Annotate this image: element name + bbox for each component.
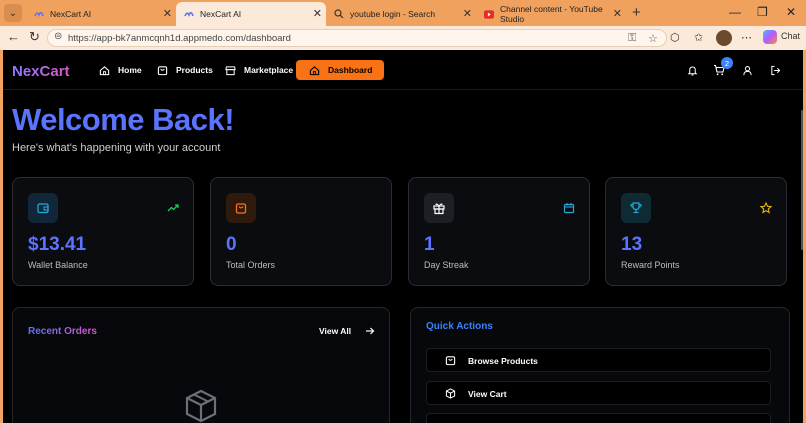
package-empty-icon — [185, 389, 217, 423]
browse-products-button[interactable]: Browse Products — [426, 348, 771, 372]
nexcart-favicon-icon — [34, 9, 44, 19]
store-icon — [224, 64, 236, 76]
back-arrow-icon[interactable]: ← — [7, 29, 20, 44]
copilot-icon[interactable] — [763, 30, 777, 44]
address-bar[interactable]: ⊜ https://app-bk7anmcqnh1d.appmedo.com/d… — [47, 29, 667, 47]
view-all-link[interactable]: View All — [319, 326, 351, 336]
tab-youtube-studio[interactable]: Channel content - YouTube Studio ✕ — [476, 2, 626, 26]
home-icon — [98, 64, 110, 76]
tab-title: NexCart AI — [50, 9, 92, 19]
quick-action-label: View Cart — [468, 389, 507, 399]
logout-icon[interactable] — [768, 63, 782, 77]
url-text: https://app-bk7anmcqnh1d.appmedo.com/das… — [68, 33, 291, 44]
stat-card-streak: 1 Day Streak — [408, 177, 590, 286]
new-tab-icon[interactable]: + — [632, 4, 641, 21]
tab-nexcart-2[interactable]: NexCart AI ✕ — [176, 2, 326, 26]
shopping-bag-icon — [226, 193, 256, 223]
tab-close-icon[interactable]: ✕ — [163, 7, 172, 20]
nexcart-favicon-icon — [184, 9, 194, 19]
stat-label: Reward Points — [621, 260, 680, 270]
page-subtitle: Here's what's happening with your accoun… — [12, 142, 221, 154]
tab-actions-menu-button[interactable]: ⌄ — [4, 4, 22, 22]
bag-icon — [156, 64, 168, 76]
nav-products-link[interactable]: Products — [156, 60, 213, 80]
trending-up-icon — [167, 202, 179, 214]
minimize-icon[interactable]: — — [729, 5, 741, 19]
page-title: Welcome Back! — [12, 102, 235, 137]
trophy-icon — [621, 193, 651, 223]
stat-card-rewards: 13 Reward Points — [605, 177, 787, 286]
nav-link-label: Products — [176, 65, 213, 75]
nav-dashboard-link[interactable]: Dashboard — [296, 60, 385, 80]
web-page: NexCart Home Products Marketplace Dashbo… — [3, 50, 803, 423]
nav-link-label: Marketplace — [244, 65, 294, 75]
view-cart-button[interactable]: View Cart — [426, 381, 771, 405]
browser-window: ⌄ NexCart AI ✕ NexCart AI ✕ youtube logi… — [0, 0, 806, 423]
nav-link-label: Home — [118, 65, 142, 75]
chat-label[interactable]: Chat — [781, 31, 800, 41]
nav-marketplace-link[interactable]: Marketplace — [224, 60, 293, 80]
calendar-icon — [563, 202, 575, 214]
nav-home-link[interactable]: Home — [98, 60, 142, 80]
gift-icon — [424, 193, 454, 223]
favorite-star-icon[interactable]: ☆ — [648, 32, 658, 45]
tab-title: youtube login - Search — [350, 9, 436, 19]
arrow-right-icon[interactable] — [365, 326, 375, 336]
tab-close-icon[interactable]: ✕ — [463, 7, 472, 20]
user-icon[interactable] — [740, 63, 754, 77]
extensions-icon[interactable]: ⬡ — [670, 31, 680, 44]
favorites-icon[interactable]: ✩ — [694, 31, 703, 44]
close-window-icon[interactable]: ✕ — [786, 5, 796, 19]
quick-actions-panel: Quick Actions Browse Products View Cart — [410, 307, 790, 423]
stat-label: Total Orders — [226, 260, 276, 270]
top-navigation: NexCart Home Products Marketplace Dashbo… — [3, 50, 803, 90]
tab-title: Channel content - YouTube Studio — [500, 4, 603, 24]
stat-label: Wallet Balance — [28, 260, 88, 270]
bag-icon — [445, 355, 456, 366]
restore-icon[interactable]: ❐ — [757, 5, 768, 19]
recent-orders-title: Recent Orders — [28, 326, 97, 337]
search-icon — [334, 9, 344, 19]
nav-link-label: Dashboard — [328, 65, 373, 75]
wallet-icon — [28, 193, 58, 223]
stat-value: 0 — [226, 234, 237, 255]
star-icon — [760, 202, 772, 214]
stat-label: Day Streak — [424, 260, 469, 270]
youtube-icon — [484, 9, 494, 19]
profile-avatar[interactable] — [716, 30, 732, 46]
stat-value: $13.41 — [28, 234, 87, 255]
tab-strip: ⌄ NexCart AI ✕ NexCart AI ✕ youtube logi… — [0, 0, 806, 26]
key-icon[interactable]: ⚿ — [628, 32, 636, 45]
quick-actions-title: Quick Actions — [426, 321, 493, 332]
stat-card-orders: 0 Total Orders — [210, 177, 392, 286]
home-icon — [308, 64, 320, 76]
refresh-icon[interactable]: ↻ — [29, 29, 40, 45]
quick-action-button[interactable] — [426, 413, 771, 423]
tab-close-icon[interactable]: ✕ — [613, 7, 622, 20]
cart-count-badge: 2 — [721, 57, 733, 69]
more-menu-icon[interactable]: ⋯ — [741, 31, 752, 44]
quick-action-label: Browse Products — [468, 356, 538, 366]
stat-value: 1 — [424, 234, 435, 255]
brand-logo[interactable]: NexCart — [12, 63, 70, 80]
bell-icon[interactable] — [685, 63, 699, 77]
browser-toolbar: ← ↻ ⊜ https://app-bk7anmcqnh1d.appmedo.c… — [0, 26, 806, 50]
tab-nexcart-1[interactable]: NexCart AI ✕ — [26, 2, 176, 26]
box-icon — [445, 388, 456, 399]
site-info-icon[interactable]: ⊜ — [54, 31, 62, 42]
stat-card-wallet: $13.41 Wallet Balance — [12, 177, 194, 286]
page-scrollbar[interactable] — [801, 110, 803, 250]
tab-close-icon[interactable]: ✕ — [313, 7, 322, 20]
stat-value: 13 — [621, 234, 643, 255]
tab-title: NexCart AI — [200, 9, 242, 19]
tab-youtube-search[interactable]: youtube login - Search ✕ — [326, 2, 476, 26]
